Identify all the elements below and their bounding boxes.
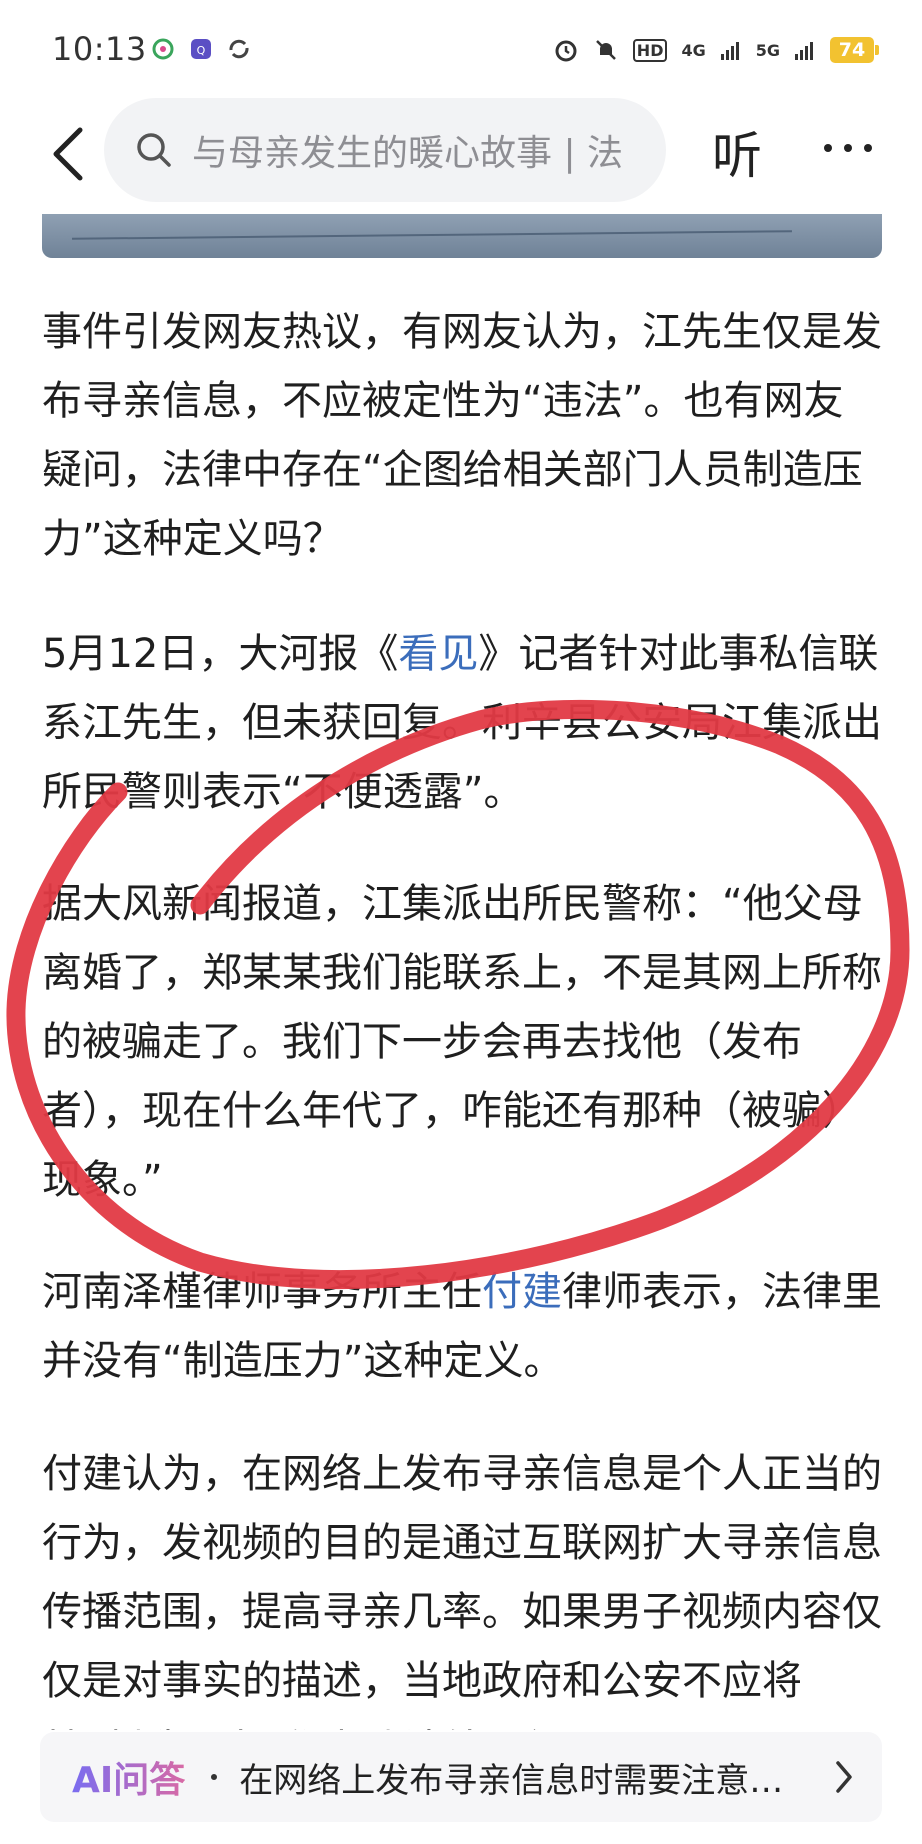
search-icon [137, 133, 171, 167]
status-indicators: HD 4G 5G 74 [553, 30, 879, 70]
ai-qa-bar[interactable]: AI问答 在网络上发布寻亲信息时需要注意… [40, 1732, 882, 1822]
article-paragraph-1: 事件引发网友热议，有网友认为，江先生仅是发布寻亲信息，不应被定性为“违法”。也有… [42, 309, 882, 562]
article-paragraph-2: 5月12日，大河报《看见》记者针对此事私信联系江先生，但未获回复。利辛县公安局江… [42, 620, 882, 827]
more-dot-icon [824, 144, 832, 152]
sync-icon [229, 39, 249, 59]
article-paragraph-4: 河南泽槿律师事务所主任付建律师表示，法律里并没有“制造压力”这种定义。 [42, 1258, 882, 1396]
search-query-text: 与母亲发生的暖心故事 | 法 [192, 133, 624, 174]
signal-icon [720, 42, 739, 60]
app-badge-icon: Q [191, 39, 211, 59]
network-4g-label: 4G [681, 40, 706, 60]
ai-suggested-question: 在网络上发布寻亲信息时需要注意… [239, 1760, 784, 1801]
more-dot-icon [844, 144, 852, 152]
paragraph-text: 5月12日，大河报《 [42, 631, 399, 677]
search-input[interactable]: 与母亲发生的暖心故事 | 法 [104, 98, 666, 202]
status-time: 10:13 [52, 30, 147, 68]
paragraph-text: 河南泽槿律师事务所主任 [42, 1269, 482, 1315]
article-image [42, 214, 882, 258]
battery-indicator: 74 [830, 37, 879, 63]
link-fujian[interactable]: 付建 [482, 1269, 562, 1315]
top-navigation: 与母亲发生的暖心故事 | 法 听 [0, 98, 922, 210]
more-dot-icon [864, 144, 872, 152]
svg-text:Q: Q [197, 44, 206, 57]
app-notification-icon [152, 38, 174, 60]
alarm-icon [555, 40, 577, 62]
signal-icon-2 [795, 42, 813, 60]
listen-button[interactable]: 听 [712, 116, 762, 188]
network-5g-label: 5G [755, 40, 780, 60]
image-detail [72, 230, 792, 240]
hd-badge: HD [632, 38, 668, 62]
article-paragraph-3: 据大风新闻报道，江集派出所民警称：“他父母离婚了，郑某某我们能联系上，不是其网上… [42, 881, 882, 1203]
article-paragraph-5: 付建认为，在网络上发布寻亲信息是个人正当的行为，发视频的目的是通过互联网扩大寻亲… [42, 1451, 882, 1730]
back-button[interactable] [40, 124, 96, 184]
link-kanjian[interactable]: 看见 [398, 631, 478, 677]
status-bar: 10:13 Q HD 4G 5G 74 [0, 0, 922, 100]
chevron-right-icon [836, 1761, 852, 1793]
ai-qa-label: AI问答 [72, 1751, 185, 1803]
separator-dot [211, 1774, 218, 1780]
more-options-button[interactable] [824, 144, 872, 152]
mute-bell-icon [595, 40, 616, 60]
back-arrow-icon [53, 127, 83, 181]
